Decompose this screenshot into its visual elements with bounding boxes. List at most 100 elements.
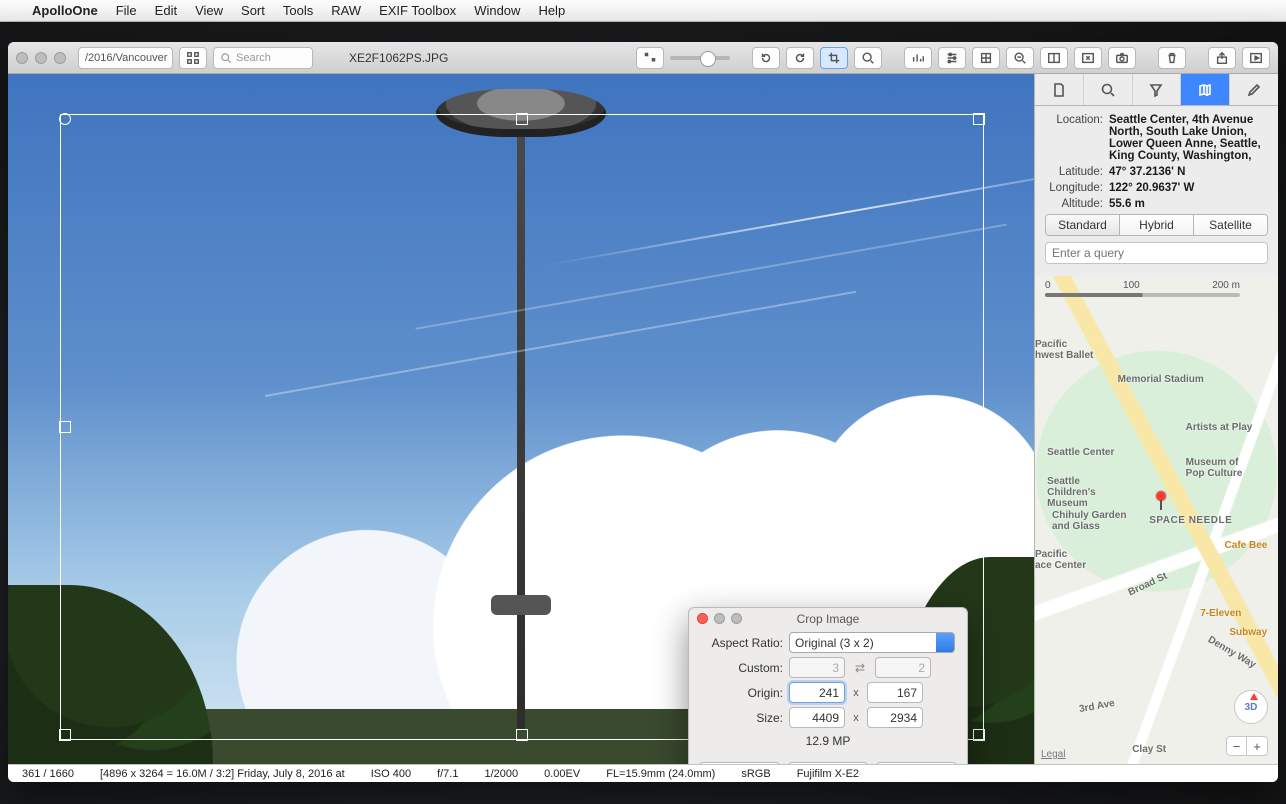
poi-pacsci: Pacific ace Center [1035, 549, 1086, 571]
crop-dialog: Crop Image Aspect Ratio: Original (3 x 2… [688, 607, 968, 764]
status-camera: Fujifilm X-E2 [797, 768, 859, 780]
dialog-zoom[interactable] [731, 613, 742, 624]
poi-memorial-stadium: Memorial Stadium [1118, 374, 1204, 385]
app-name[interactable]: ApolloOne [32, 3, 98, 18]
location-label: Location: [1045, 114, 1103, 126]
size-w-input[interactable] [789, 707, 845, 728]
crop-handle-bm[interactable] [516, 729, 528, 741]
poi-clay: Clay St [1132, 744, 1166, 755]
menu-sort[interactable]: Sort [241, 3, 265, 18]
align-tool-button[interactable] [636, 47, 664, 69]
tab-edit[interactable] [1230, 74, 1278, 105]
origin-label: Origin: [701, 686, 783, 700]
save-button[interactable]: Save [788, 762, 869, 764]
custom-height-input[interactable] [875, 657, 931, 678]
poi-seattle-center: Seattle Center [1047, 447, 1114, 458]
cancel-button[interactable]: Cancel [699, 762, 780, 764]
crop-handle-mr[interactable] [973, 421, 985, 433]
menu-tools[interactable]: Tools [283, 3, 313, 18]
window-minimize[interactable] [35, 52, 47, 64]
inspector-panel: Location: Seattle Center, 4th Avenue Nort… [1034, 74, 1278, 764]
search-input[interactable]: Search [213, 47, 313, 69]
longitude-value: 122° 20.9637' W [1109, 182, 1268, 194]
tab-map[interactable] [1181, 74, 1230, 105]
poi-cafebee: Cafe Bee [1225, 540, 1268, 551]
crop-handle-tm[interactable] [516, 113, 528, 125]
size-h-input[interactable] [867, 707, 923, 728]
compare-button[interactable] [1040, 47, 1068, 69]
histogram-button[interactable] [904, 47, 932, 69]
location-value: Seattle Center, 4th Avenue North, South … [1109, 114, 1268, 162]
trash-button[interactable] [1158, 47, 1186, 69]
status-dims: [4896 x 3264 = 16.0M / 3:2] Friday, July… [100, 768, 345, 780]
map-type-hybrid[interactable]: Hybrid [1120, 215, 1194, 235]
poi-ballet: Pacific hwest Ballet [1035, 339, 1093, 361]
poi-seven: 7-Eleven [1200, 608, 1241, 619]
grid-view-button[interactable] [179, 47, 207, 69]
fit-screen-button[interactable] [1074, 47, 1102, 69]
slideshow-button[interactable] [1242, 47, 1270, 69]
size-label: Size: [701, 711, 783, 725]
tab-file[interactable] [1035, 74, 1084, 105]
map-legal[interactable]: Legal [1041, 749, 1065, 760]
menu-help[interactable]: Help [538, 3, 565, 18]
crop-handle-tr[interactable] [973, 113, 985, 125]
tab-search[interactable] [1084, 74, 1133, 105]
menu-edit[interactable]: Edit [155, 3, 177, 18]
share-button[interactable] [1208, 47, 1236, 69]
saveas-button[interactable]: Save As... [876, 762, 957, 764]
map-type-segmented[interactable]: Standard Hybrid Satellite [1045, 214, 1268, 236]
dialog-close[interactable] [697, 613, 708, 624]
menu-view[interactable]: View [195, 3, 223, 18]
origin-x-input[interactable] [789, 682, 845, 703]
focus-points-button[interactable] [972, 47, 1000, 69]
image-viewer[interactable]: Crop Image Aspect Ratio: Original (3 x 2… [8, 74, 1034, 764]
aspect-ratio-select[interactable]: Original (3 x 2) [789, 632, 955, 653]
crop-handle-bl[interactable] [59, 729, 71, 741]
crop-handle-ml[interactable] [59, 421, 71, 433]
zoom-slider[interactable] [670, 56, 730, 60]
crop-handle-tl[interactable] [59, 113, 71, 125]
custom-width-input[interactable] [789, 657, 845, 678]
rotate-cw-button[interactable] [786, 47, 814, 69]
menu-window[interactable]: Window [474, 3, 520, 18]
status-fl: FL=15.9mm (24.0mm) [606, 768, 715, 780]
map-query-input[interactable] [1045, 242, 1268, 264]
tab-filter[interactable] [1133, 74, 1182, 105]
map-zoom-in[interactable]: + [1247, 737, 1267, 755]
dialog-minimize[interactable] [714, 613, 725, 624]
altitude-label: Altitude: [1045, 198, 1103, 210]
camera-button[interactable] [1108, 47, 1136, 69]
aspect-label: Aspect Ratio: [701, 636, 783, 650]
altitude-value: 55.6 m [1109, 198, 1268, 210]
menu-file[interactable]: File [116, 3, 137, 18]
status-shutter: 1/2000 [484, 768, 518, 780]
map-type-standard[interactable]: Standard [1046, 215, 1120, 235]
megapixel-readout: 12.9 MP [689, 730, 967, 756]
crop-handle-br[interactable] [973, 729, 985, 741]
custom-label: Custom: [701, 661, 783, 675]
menu-raw[interactable]: RAW [331, 3, 361, 18]
levels-button[interactable] [938, 47, 966, 69]
latitude-label: Latitude: [1045, 166, 1103, 178]
map-scalebar: 0100200 m [1045, 280, 1240, 300]
origin-y-input[interactable] [867, 682, 923, 703]
window-zoom[interactable] [54, 52, 66, 64]
swap-aspect-button[interactable]: ⇄ [851, 659, 869, 677]
map-type-satellite[interactable]: Satellite [1194, 215, 1267, 235]
map-compass[interactable]: 3D [1234, 690, 1268, 724]
path-breadcrumb[interactable]: /2016/Vancouver [78, 47, 173, 69]
map-view[interactable]: 0100200 m SPACE NEEDLE Seattle Center Me… [1035, 276, 1278, 764]
window-controls [16, 52, 66, 64]
map-pin-icon[interactable] [1154, 491, 1168, 505]
status-bar: 361 / 1660 [4896 x 3264 = 16.0M / 3:2] F… [8, 764, 1278, 782]
window-close[interactable] [16, 52, 28, 64]
map-zoom-out[interactable]: − [1227, 737, 1247, 755]
crop-button[interactable] [820, 47, 848, 69]
status-cs: sRGB [741, 768, 770, 780]
search-placeholder: Search [236, 52, 271, 64]
rotate-ccw-button[interactable] [752, 47, 780, 69]
magnifier-button[interactable] [1006, 47, 1034, 69]
loupe-button[interactable] [854, 47, 882, 69]
menu-exif[interactable]: EXIF Toolbox [379, 3, 456, 18]
